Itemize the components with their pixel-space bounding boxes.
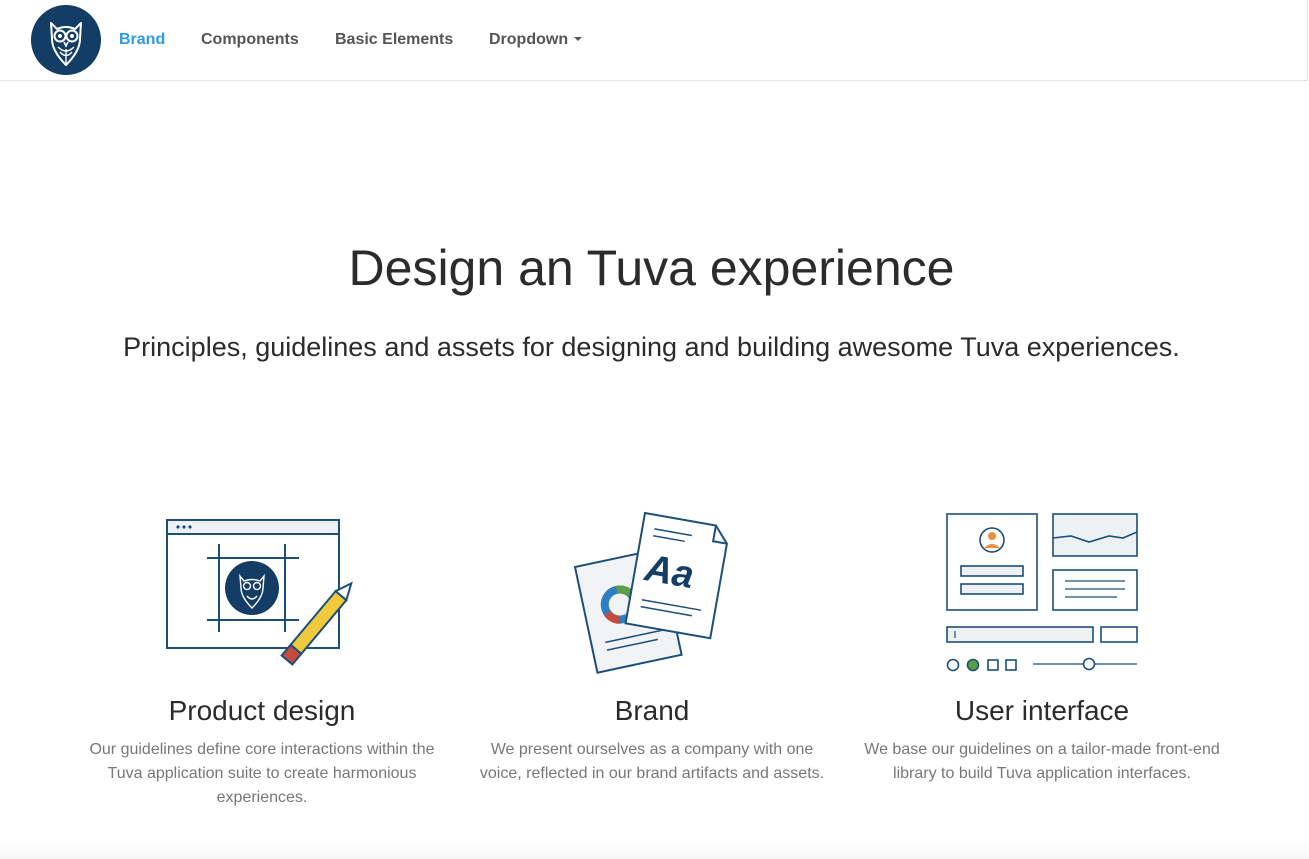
feature-product-design: Product design Our guidelines define cor… [67, 505, 457, 810]
nav-item-brand[interactable]: Brand [119, 30, 165, 50]
feature-brand: Aa Brand We present ourselves as a compa… [457, 505, 847, 786]
feature-description: We present ourselves as a company with o… [479, 741, 825, 782]
aa-glyph: Aa [641, 547, 697, 597]
hero-title: Design an Tuva experience [348, 240, 955, 296]
feature-title: Brand [614, 695, 690, 726]
user-interface-illustration [847, 505, 1237, 680]
feature-description: Our guidelines define core interactions … [89, 741, 435, 806]
feature-user-interface: User interface We base our guidelines on… [847, 505, 1237, 786]
top-navbar: Brand Components Basic Elements Dropdown [0, 0, 1308, 81]
feature-title: User interface [954, 695, 1130, 726]
caret-down-icon [574, 36, 583, 41]
brand-illustration: Aa [457, 505, 847, 680]
feature-title: Product design [168, 695, 356, 726]
owl-logo-icon[interactable] [31, 5, 101, 75]
hero-subtitle: Principles, guidelines and assets for de… [123, 332, 1180, 362]
nav-item-dropdown-label: Dropdown [489, 31, 569, 48]
nav-item-dropdown[interactable]: Dropdown [489, 30, 583, 50]
nav-item-basic-elements[interactable]: Basic Elements [335, 30, 453, 50]
page-bottom-edge [0, 840, 1309, 859]
product-design-illustration [67, 505, 457, 680]
feature-description: We base our guidelines on a tailor-made … [864, 741, 1220, 782]
nav-item-components[interactable]: Components [201, 30, 299, 50]
